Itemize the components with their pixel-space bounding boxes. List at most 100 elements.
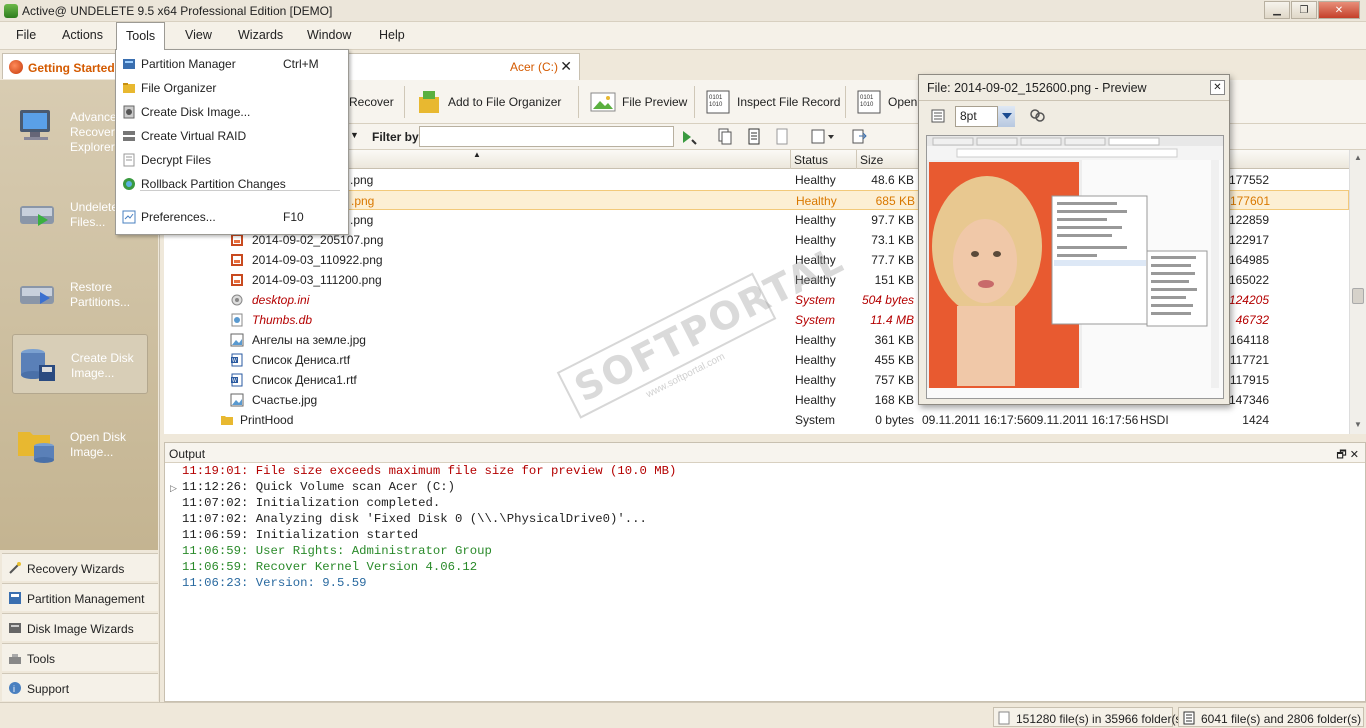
blank-document-icon[interactable]: [774, 128, 790, 145]
column-status[interactable]: Status: [794, 153, 828, 167]
preferences-icon: [122, 210, 136, 224]
tools-icon: [9, 654, 21, 664]
file-name: Thumbs.db: [252, 313, 313, 327]
file-size: 455 KB: [874, 353, 914, 367]
create-disk-image-button[interactable]: Create Disk Image...: [12, 334, 148, 394]
inspect-record-icon: 01011010: [706, 90, 730, 114]
file-created: 09.11.2011 16:17:56: [922, 413, 1031, 427]
svg-text:i: i: [13, 684, 15, 694]
file-size: 168 KB: [874, 393, 914, 407]
expand-arrow-icon[interactable]: ▷: [170, 483, 177, 494]
document-icon[interactable]: [746, 128, 762, 145]
output-header: Output 🗗 ✕: [165, 443, 1365, 463]
file-status: Healthy: [795, 333, 836, 347]
log-line: 11:07:02: Initialization completed.: [182, 496, 441, 510]
menu-actions[interactable]: Actions: [53, 22, 112, 49]
virtual-raid-icon: [123, 131, 135, 141]
scroll-up-icon[interactable]: ▲: [1354, 153, 1362, 162]
menu-item-file-organizer[interactable]: File Organizer: [118, 77, 346, 99]
file-name: PrintHood: [240, 413, 294, 427]
toolbar-separator: [694, 86, 695, 118]
copy-icon[interactable]: [717, 128, 733, 145]
wand-icon: [9, 562, 21, 574]
file-organizer-icon: [419, 91, 439, 113]
file-name: desktop.ini: [252, 293, 310, 307]
restore-partition-icon: [20, 286, 54, 304]
folder-icon: [220, 413, 234, 427]
menu-item-preferences[interactable]: Preferences... F10: [118, 206, 346, 228]
view-options-icon[interactable]: [810, 128, 838, 145]
open-disk-image-button[interactable]: Open Disk Image...: [12, 414, 148, 474]
window-controls: ▁ ❐ ✕: [1264, 1, 1360, 19]
float-panel-icon[interactable]: 🗗 ✕: [1336, 446, 1359, 465]
zoom-dropdown-arrow[interactable]: [997, 106, 1015, 127]
scrollbar-thumb[interactable]: [1352, 288, 1364, 304]
nav-disk-image-wizards[interactable]: Disk Image Wizards: [2, 613, 158, 641]
dropdown-arrow-icon[interactable]: ▼: [350, 130, 366, 147]
status-files-scanned: 151280 file(s) in 35966 folder(s): [993, 707, 1185, 727]
recover-button[interactable]: Recover: [349, 86, 394, 118]
menu-item-rollback-partition[interactable]: Rollback Partition Changes: [118, 173, 346, 195]
file-status: Healthy: [795, 353, 836, 367]
preview-title-bar[interactable]: File: 2014-09-02_152600.png - Preview ✕: [919, 75, 1229, 101]
getting-started-icon: [9, 60, 23, 74]
close-button[interactable]: ✕: [1318, 1, 1360, 19]
file-size: 361 KB: [874, 333, 914, 347]
log-line: 11:06:59: Recover Kernel Version 4.06.12: [182, 560, 478, 574]
partition-manager-icon: [123, 59, 135, 69]
svg-text:0101: 0101: [860, 95, 874, 101]
nav-support[interactable]: i Support: [2, 673, 158, 701]
menu-item-create-virtual-raid[interactable]: Create Virtual RAID: [118, 125, 346, 147]
scroll-down-icon[interactable]: ▼: [1354, 420, 1362, 429]
rtf-document-icon: W: [230, 353, 244, 367]
minimize-button[interactable]: ▁: [1264, 1, 1290, 19]
title-bar: Active@ UNDELETE 9.5 x64 Professional Ed…: [0, 0, 1366, 22]
restore-partitions-button[interactable]: Restore Partitions...: [12, 264, 148, 324]
zoom-icon[interactable]: [1029, 108, 1047, 124]
close-tab-icon[interactable]: ✕: [560, 58, 572, 75]
chevron-down-icon: [1002, 113, 1012, 119]
file-status: Healthy: [795, 393, 836, 407]
menu-view[interactable]: View: [176, 22, 221, 49]
file-size: 48.6 KB: [871, 173, 914, 187]
maximize-button[interactable]: ❐: [1291, 1, 1317, 19]
filter-input[interactable]: [419, 126, 674, 147]
file-preview-button[interactable]: File Preview: [590, 86, 687, 118]
nav-tools[interactable]: Tools: [2, 643, 158, 671]
nav-recovery-wizards[interactable]: Recovery Wizards: [2, 553, 158, 581]
menu-wizards[interactable]: Wizards: [229, 22, 292, 49]
file-status: Healthy: [795, 213, 836, 227]
grid-scrollbar[interactable]: ▲ ▼: [1349, 150, 1366, 434]
inspect-file-record-button[interactable]: 0101 1010 Inspect File Record: [705, 86, 840, 118]
menu-item-partition-manager[interactable]: Partition Manager Ctrl+M: [118, 53, 346, 75]
grid-view-icon[interactable]: [931, 109, 945, 123]
file-modified: 09.11.2011 16:17:56: [1030, 413, 1139, 427]
status-bar: 151280 file(s) in 35966 folder(s) 6041 f…: [0, 702, 1366, 728]
tab-acer-drive[interactable]: Acer (C:) ✕: [345, 53, 580, 80]
column-size[interactable]: Size: [860, 153, 883, 167]
open-button[interactable]: 0101 1010 Open: [856, 86, 917, 118]
table-row[interactable]: PrintHood System 0 bytes 09.11.2011 16:17:5…: [164, 410, 1349, 430]
splitter[interactable]: [164, 434, 1366, 442]
menu-window[interactable]: Window: [298, 22, 360, 49]
log-line: 11:06:59: Initialization started: [182, 528, 419, 542]
file-status: Healthy: [795, 253, 836, 267]
menu-item-create-disk-image[interactable]: Create Disk Image...: [118, 101, 346, 123]
menu-tools[interactable]: Tools: [116, 22, 166, 50]
add-to-file-organizer-button[interactable]: Add to File Organizer: [416, 86, 561, 118]
file-status: Healthy: [795, 173, 836, 187]
file-name: Ангелы на земле.jpg: [252, 333, 366, 347]
menu-help[interactable]: Help: [370, 22, 414, 49]
tab-getting-started[interactable]: Getting Started: [2, 53, 118, 79]
menu-item-decrypt-files[interactable]: Decrypt Files: [118, 149, 346, 171]
nav-partition-management[interactable]: Partition Management: [2, 583, 158, 611]
log-line: 11:12:26: Quick Volume scan Acer (C:): [182, 480, 456, 494]
close-preview-button[interactable]: ✕: [1210, 80, 1225, 95]
apply-filter-icon[interactable]: [681, 128, 697, 145]
log-line: 11:07:02: Analyzing disk 'Fixed Disk 0 (…: [182, 512, 647, 526]
export-icon[interactable]: [851, 128, 867, 145]
file-size: 757 KB: [874, 373, 914, 387]
rollback-icon: [123, 178, 135, 190]
file-status: System: [795, 413, 836, 427]
menu-file[interactable]: File: [7, 22, 45, 49]
